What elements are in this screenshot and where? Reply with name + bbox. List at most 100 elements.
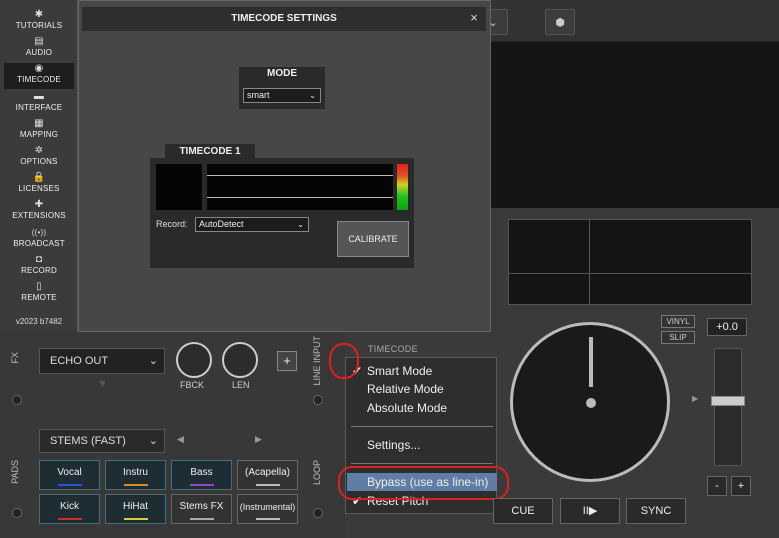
pad-color-bar — [124, 484, 148, 486]
stems-select[interactable]: STEMS (FAST) ⌄ — [39, 429, 165, 453]
pad-label: Vocal — [57, 467, 82, 478]
record-select-value: AutoDetect — [199, 219, 244, 229]
sidebar-item-label: INTERFACE — [15, 103, 63, 112]
sidebar-item-remote[interactable]: ▯ REMOTE — [4, 281, 74, 307]
pitch-minus-button[interactable]: - — [707, 476, 727, 496]
fbck-label: FBCK — [180, 380, 205, 390]
mapping-icon: ▦ — [34, 118, 44, 129]
mode-select-value: smart — [247, 90, 270, 100]
slip-button[interactable]: SLIP — [661, 331, 695, 344]
sidebar-item-label: AUDIO — [25, 48, 53, 57]
pad-color-bar — [124, 518, 148, 520]
fx-effect-value: ECHO OUT — [50, 355, 109, 367]
play-pause-button[interactable]: II▶ — [560, 498, 620, 524]
deck-grid — [508, 219, 752, 305]
line-input-dot-button[interactable] — [313, 395, 323, 405]
pad-stems-fx[interactable]: Stems FX — [171, 494, 232, 524]
chevron-down-icon: ⌄ — [309, 91, 316, 100]
sidebar-item-label: EXTENSIONS — [12, 211, 66, 220]
sidebar-item-label: BROADCAST — [13, 239, 65, 248]
toolbar-cube-button[interactable]: ⬢ — [545, 9, 575, 35]
pads-label: PADS — [10, 460, 20, 484]
dialog-title: TIMECODE SETTINGS — [82, 7, 486, 31]
puzzle-icon: ✚ — [34, 199, 44, 210]
pad-kick[interactable]: Kick — [39, 494, 100, 524]
sidebar-item-tutorials[interactable]: ✱ TUTORIALS — [4, 9, 74, 35]
sidebar-item-options[interactable]: ✲ OPTIONS — [4, 145, 74, 171]
sidebar-item-record[interactable]: ◘ RECORD — [4, 254, 74, 280]
loop-label: LOOP — [312, 460, 322, 486]
pad-instru[interactable]: Instru — [105, 460, 166, 490]
pad-label: HiHat — [122, 501, 148, 512]
menu-item-label: Settings... — [367, 438, 421, 452]
len-knob[interactable] — [222, 342, 258, 378]
lock-icon: 🔒 — [32, 172, 46, 183]
timecode-icon: ◉ — [34, 63, 44, 74]
chevron-down-icon: ⌄ — [148, 435, 158, 447]
triangle-down-icon: ▼ — [97, 378, 108, 390]
pad-instrumental[interactable]: (Instrumental) — [237, 494, 298, 524]
pitch-slider-track[interactable] — [714, 348, 742, 466]
calibrate-button[interactable]: CALIBRATE — [337, 221, 409, 257]
fbck-knob[interactable] — [176, 342, 212, 378]
sidebar-item-extensions[interactable]: ✚ EXTENSIONS — [4, 199, 74, 225]
pitch-display: +0.0 — [707, 318, 747, 336]
pad-bass[interactable]: Bass — [171, 460, 232, 490]
annotation-circle-bypass — [338, 466, 509, 500]
cube-icon: ⬢ — [555, 16, 565, 29]
vinyl-button[interactable]: VINYL — [661, 315, 695, 328]
sidebar-item-label: RECORD — [21, 266, 57, 275]
menu-item-smart-mode[interactable]: ✔ Smart Mode — [347, 362, 497, 380]
sidebar-item-label: OPTIONS — [20, 157, 58, 166]
menu-item-absolute-mode[interactable]: Absolute Mode — [347, 399, 497, 417]
fx-label: FX — [10, 352, 20, 364]
pad-acapella[interactable]: (Acapella) — [237, 460, 298, 490]
menu-item-label: Smart Mode — [367, 364, 433, 378]
prev-arrow-icon[interactable]: ◀ — [177, 434, 184, 445]
sidebar-item-interface[interactable]: ▬ INTERFACE — [4, 91, 74, 117]
sidebar-item-label: MAPPING — [19, 130, 59, 139]
version-label: v2023 b7482 — [15, 317, 63, 326]
sidebar-item-label: TIMECODE — [17, 75, 61, 84]
sidebar-item-licenses[interactable]: 🔒 LICENSES — [4, 172, 74, 198]
pad-hihat[interactable]: HiHat — [105, 494, 166, 524]
gear-icon: ✲ — [34, 145, 44, 156]
pitch-slider-handle[interactable] — [711, 396, 745, 406]
menu-item-label: Absolute Mode — [367, 401, 448, 415]
top-toolbar — [490, 0, 779, 42]
menu-item-settings[interactable]: Settings... — [347, 436, 497, 454]
sync-button[interactable]: SYNC — [626, 498, 686, 524]
menu-item-relative-mode[interactable]: Relative Mode — [347, 380, 497, 398]
pitch-plus-button[interactable]: + — [731, 476, 751, 496]
pad-color-bar — [256, 518, 280, 520]
pad-color-bar — [58, 484, 82, 486]
record-select[interactable]: AutoDetect ⌄ — [195, 217, 309, 232]
pad-color-bar — [58, 518, 82, 520]
cue-button[interactable]: CUE — [493, 498, 553, 524]
sidebar-item-timecode[interactable]: ◉ TIMECODE — [4, 63, 74, 89]
mode-select[interactable]: smart ⌄ — [243, 88, 321, 103]
sidebar-item-broadcast[interactable]: ((•)) BROADCAST — [4, 227, 74, 253]
chevron-down-icon: ⌄ — [148, 355, 158, 367]
loop-dot-button[interactable] — [313, 508, 323, 518]
level-meter — [397, 164, 408, 210]
fx-dot-button[interactable] — [12, 395, 22, 405]
menu-item-label: Relative Mode — [367, 382, 444, 396]
len-label: LEN — [232, 380, 250, 390]
pad-color-bar — [190, 518, 214, 520]
stems-select-value: STEMS (FAST) — [50, 435, 126, 447]
fx-effect-select[interactable]: ECHO OUT ⌄ — [39, 348, 165, 374]
phone-icon: ▯ — [36, 281, 42, 292]
close-icon[interactable]: × — [466, 10, 482, 26]
pad-vocal[interactable]: Vocal — [39, 460, 100, 490]
annotation-circle-dot — [329, 343, 359, 379]
pads-dot-button[interactable] — [12, 508, 22, 518]
sidebar-item-audio[interactable]: ▤ AUDIO — [4, 36, 74, 62]
jog-platter[interactable] — [510, 322, 670, 482]
sidebar-item-mapping[interactable]: ▦ MAPPING — [4, 118, 74, 144]
next-arrow-icon[interactable]: ▶ — [255, 434, 262, 445]
pad-color-bar — [190, 484, 214, 486]
pad-label: Stems FX — [179, 501, 224, 512]
add-fx-button[interactable]: + — [277, 351, 297, 371]
pad-label: (Instrumental) — [239, 502, 296, 512]
